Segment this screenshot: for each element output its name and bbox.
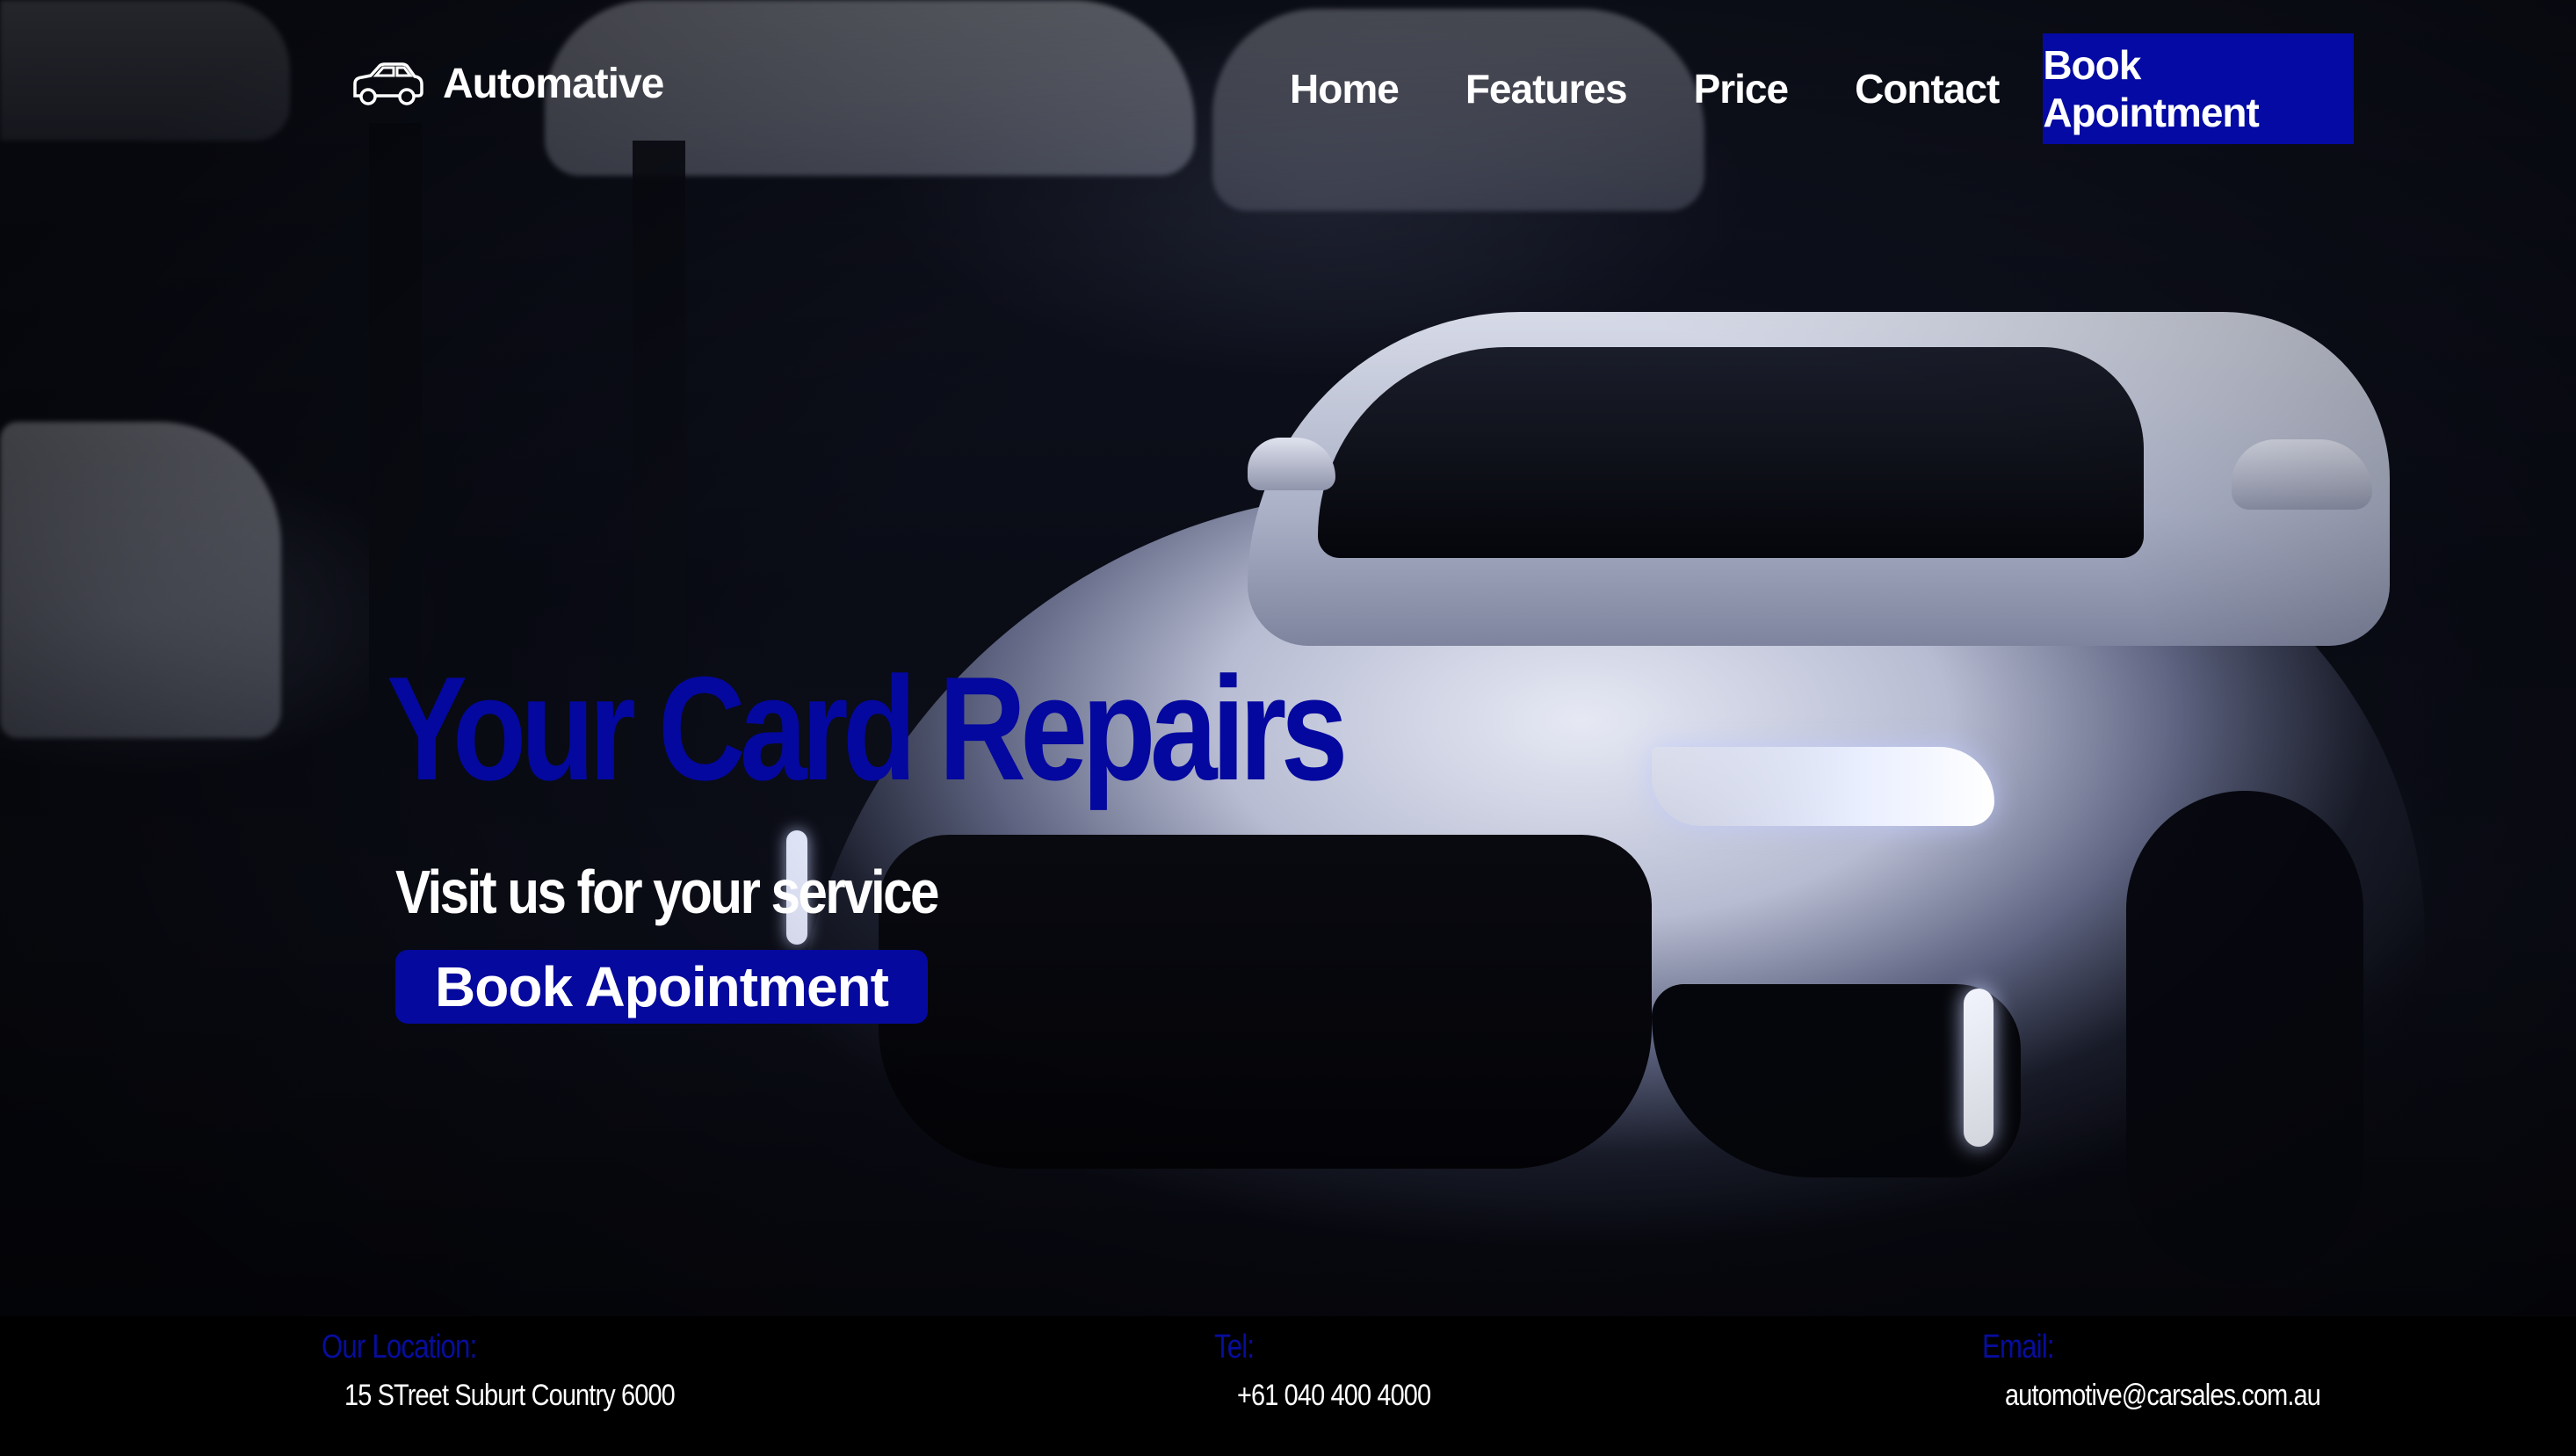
- nav-link-home[interactable]: Home: [1256, 39, 1432, 139]
- footer-tel-value[interactable]: +61 040 400 4000: [1237, 1379, 1431, 1413]
- footer-location: Our Location: 15 STreet Suburt Country 6…: [322, 1329, 733, 1413]
- hero-book-appointment-button[interactable]: Book Apointment: [395, 950, 928, 1024]
- footer-email-value[interactable]: automotive@carsales.com.au: [2005, 1379, 2321, 1413]
- car-outline-icon: [353, 62, 423, 105]
- footer: Our Location: 15 STreet Suburt Country 6…: [0, 1316, 2576, 1456]
- hero-title: Your Card Repairs: [387, 646, 1348, 811]
- brand-logo[interactable]: Automative: [350, 60, 664, 108]
- nav-link-contact[interactable]: Contact: [1821, 39, 2032, 139]
- nav-link-features[interactable]: Features: [1432, 39, 1661, 139]
- nav-book-appointment-button[interactable]: Book Apointment: [2043, 33, 2355, 144]
- footer-email: Email: automotive@carsales.com.au: [1982, 1329, 2376, 1413]
- nav-link-price[interactable]: Price: [1661, 39, 1822, 139]
- footer-location-label: Our Location:: [322, 1329, 477, 1365]
- footer-tel-label: Tel:: [1214, 1329, 1255, 1365]
- nav-links: Home Features Price Contact Book Apointm…: [1256, 33, 2355, 144]
- hero-subtitle: Visit us for your service: [395, 858, 940, 926]
- brand-name: Automative: [443, 61, 664, 107]
- top-navigation: Automative Home Features Price Contact B…: [0, 0, 2576, 176]
- footer-email-label: Email:: [1982, 1329, 2054, 1365]
- footer-location-value: 15 STreet Suburt Country 6000: [344, 1379, 676, 1412]
- footer-tel: Tel: +61 040 400 4000: [1214, 1329, 1465, 1413]
